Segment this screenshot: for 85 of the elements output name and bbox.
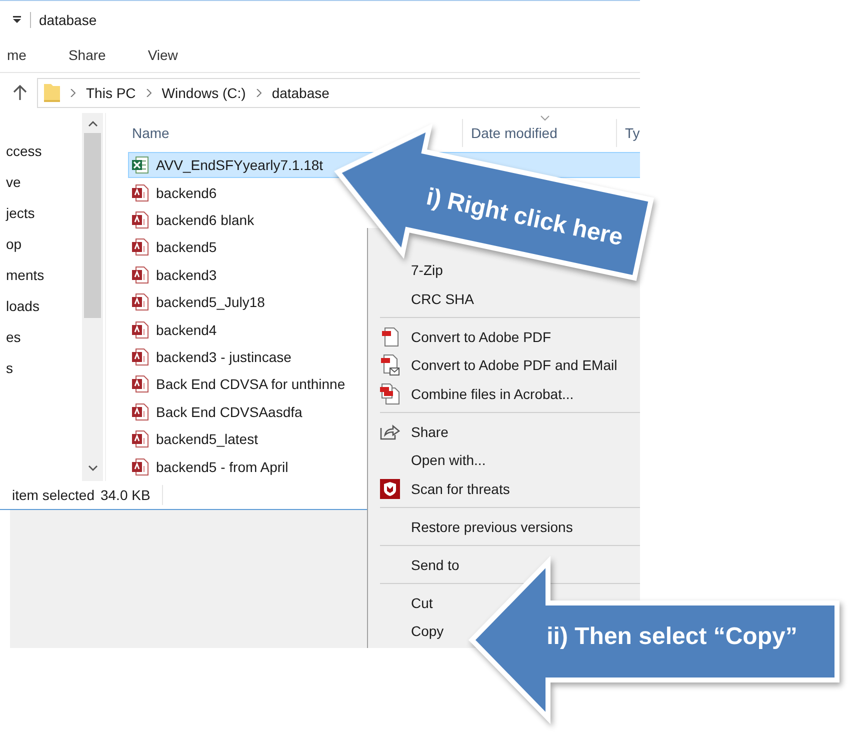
share-icon [380,424,400,440]
database-file-icon [131,430,149,448]
nav-item[interactable]: ve [0,172,82,192]
file-name: backend5_latest [156,431,258,448]
menu-item[interactable]: Open with... [368,446,490,474]
file-row[interactable]: backend3 [128,262,348,288]
address-bar[interactable]: This PC Windows (C:) database [37,78,640,108]
file-row[interactable]: backend6 [128,180,348,206]
sort-caret-icon [540,115,550,121]
file-row[interactable]: backend6 blank [128,207,348,234]
file-name: backend5 - from April [156,458,288,475]
menu-item[interactable]: Convert to Adobe PDF and EMail [368,351,622,380]
column-header[interactable]: Ty [617,124,640,141]
database-file-icon [131,266,149,284]
menu-item[interactable]: 7-Zip [368,256,447,284]
scroll-up-icon[interactable] [88,121,98,127]
database-file-icon [131,375,149,394]
nav-item[interactable]: s [0,358,82,378]
folder-icon [44,83,60,103]
menu-item[interactable]: Send to [368,550,464,579]
caret-icon[interactable] [12,16,22,24]
nav-item[interactable]: op [0,234,82,254]
file-name: backend5 [156,239,217,256]
file-name: backend3 - justincase [156,349,292,366]
documents-icon [380,382,400,405]
scroll-down-icon[interactable] [88,465,98,471]
file-row[interactable]: backend5_latest [128,426,348,452]
column-header[interactable]: Name [128,124,462,141]
nav-item[interactable]: ccess [0,141,82,161]
column-header[interactable]: Date modified [463,124,616,141]
file-name: Back End CDVSA for unthinne [156,376,346,392]
window-title: database [39,12,97,28]
callout-text: ii) Then select “Copy” [546,623,798,650]
file-row[interactable]: Back End CDVSA for unthinne [128,371,348,398]
ribbon-tab[interactable]: me [7,47,26,63]
up-arrow-icon[interactable] [13,85,27,101]
document-mail-icon [380,354,400,376]
nav-item[interactable]: ments [0,265,82,285]
file-name: backend6 blank [156,212,254,228]
spreadsheet-icon [131,156,149,174]
menu-item[interactable]: Share [368,418,452,446]
breadcrumb[interactable]: This PC [86,85,136,101]
database-file-icon [131,211,149,230]
database-file-icon [131,402,149,421]
file-name: backend4 [156,322,217,338]
scrollbar[interactable] [82,113,103,481]
menu-item[interactable]: Scan for threats [368,474,514,503]
file-row[interactable]: backend5 - from April [128,454,348,480]
nav-item[interactable]: loads [0,296,82,316]
ribbon-tab[interactable]: View [148,47,178,63]
chevron-icon [146,89,152,97]
shield-icon [380,478,400,499]
file-name: backend6 [156,184,217,201]
file-name: Back End CDVSAasdfa [156,404,302,420]
file-row[interactable]: backend4 [128,316,348,343]
menu-item[interactable]: Convert to Adobe PDF [368,322,556,351]
document-icon [380,326,398,347]
breadcrumb[interactable]: Windows (C:) [162,85,246,101]
ribbon-tab[interactable]: Share [68,47,106,63]
database-file-icon [131,238,149,256]
chevron-icon [70,89,76,97]
status-text: 34.0 KB [100,487,150,503]
file-row[interactable]: backend5_July18 [128,289,348,316]
database-file-icon [131,458,149,476]
file-name: backend5_July18 [156,294,265,310]
database-file-icon [131,184,149,202]
database-file-icon [131,293,149,312]
nav-item[interactable]: es [0,327,82,347]
menu-item[interactable]: CRC SHA [368,284,478,313]
file-row[interactable]: backend5 [128,234,348,260]
status-text: item selected [12,487,94,503]
menu-item[interactable]: Cut [368,588,437,617]
callout-text: i) Right click here [424,183,626,252]
menu-item[interactable]: Combine files in Acrobat... [368,380,578,408]
file-row[interactable]: backend3 - justincase [128,344,348,370]
menu-item[interactable]: Restore previous versions [368,512,577,541]
file-name: AVV_EndSFYyearly7.1.18t [156,157,324,174]
database-file-icon [131,348,149,366]
file-row[interactable]: Back End CDVSAasdfa [128,398,348,425]
file-name: backend3 [156,266,217,283]
nav-item[interactable]: jects [0,203,82,223]
chevron-icon [256,89,262,97]
breadcrumb[interactable]: database [272,85,330,101]
database-file-icon [131,320,149,339]
menu-item[interactable]: Copy [368,617,448,646]
